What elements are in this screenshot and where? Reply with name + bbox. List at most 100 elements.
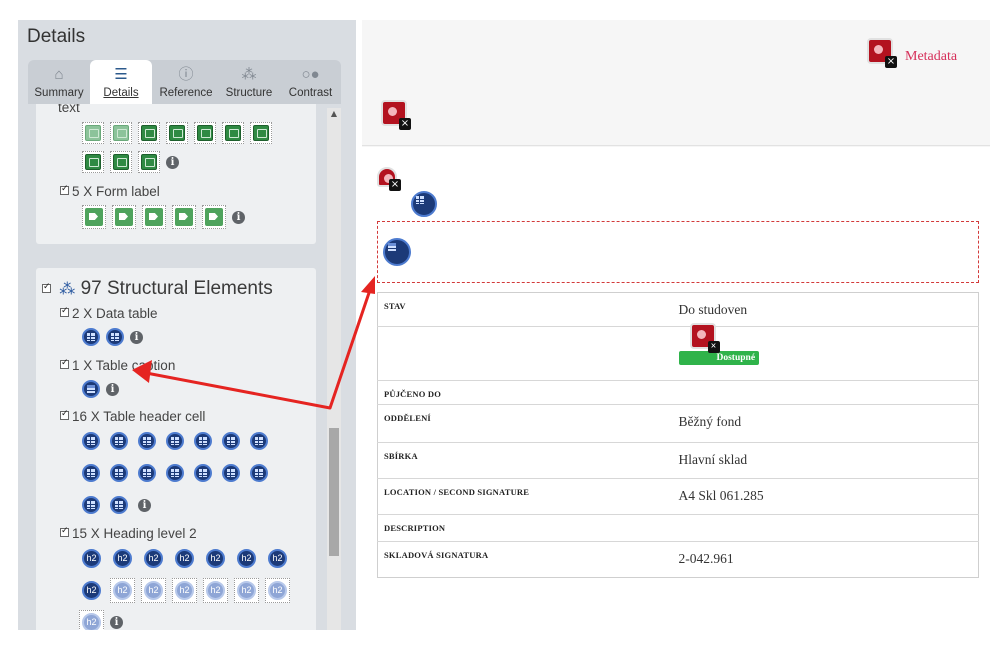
table-header-icon[interactable] (194, 432, 212, 450)
heading-2-icon[interactable]: h2 (175, 549, 194, 568)
image-link-icon[interactable] (110, 122, 132, 144)
table-header-icon[interactable] (138, 464, 156, 482)
data-table-icon[interactable] (82, 328, 100, 346)
tab-reference[interactable]: ⓘ Reference (154, 60, 218, 104)
tag-icon[interactable] (112, 205, 136, 229)
tab-structure[interactable]: ⁂ Structure (218, 60, 280, 104)
table-header-icon[interactable] (250, 464, 268, 482)
table-row: SBÍRKA Hlavní sklad (377, 442, 979, 479)
info-icon[interactable]: i (110, 616, 123, 629)
contrast-icon: ○● (301, 66, 320, 83)
heading-2-icon[interactable]: h2 (113, 549, 132, 568)
icon-row: i (82, 496, 151, 514)
table-cell: Do studoven (678, 302, 748, 317)
info-icon[interactable]: i (166, 155, 179, 169)
table-header-cell-row[interactable]: 16 X Table header cell (60, 408, 205, 424)
checkbox[interactable] (60, 525, 69, 537)
missing-alt-error-icon[interactable] (867, 38, 897, 68)
table-header-icon[interactable] (138, 432, 156, 450)
info-icon[interactable]: i (130, 330, 143, 344)
table-cell: A4 Skl 061.285 (672, 478, 979, 515)
table-header-icon[interactable] (222, 464, 240, 482)
info-icon[interactable]: i (106, 382, 119, 396)
structural-heading[interactable]: ⁂ 97 Structural Elements (42, 278, 273, 300)
table-header-icon[interactable] (82, 496, 100, 514)
checkbox[interactable] (60, 305, 69, 317)
image-link-icon[interactable] (82, 151, 104, 173)
table-header-icon[interactable] (110, 496, 128, 514)
table-header-icon[interactable] (110, 464, 128, 482)
missing-alt-error-icon[interactable] (381, 100, 411, 130)
data-table-icon[interactable] (411, 191, 437, 217)
list-icon: ☰ (114, 66, 128, 83)
tab-summary[interactable]: ⌂ Summary (28, 60, 90, 104)
image-link-icon[interactable] (250, 122, 272, 144)
info-icon[interactable]: i (232, 210, 245, 224)
heading-2-icon-wrap[interactable]: h2 (110, 578, 135, 603)
table-header-icon[interactable] (82, 432, 100, 450)
heading-2-icon[interactable]: h2 (268, 549, 287, 568)
image-link-icon[interactable] (110, 151, 132, 173)
heading-2-icon[interactable]: h2 (206, 549, 225, 568)
data-table-icon[interactable] (106, 328, 124, 346)
missing-alt-error-icon[interactable] (377, 167, 401, 191)
heading-2-icon: h2 (144, 581, 163, 600)
scroll-up-arrow-icon[interactable]: ▲ (327, 108, 341, 120)
table-header-icon[interactable] (110, 432, 128, 450)
heading-2-icon-wrap[interactable]: h2 (79, 610, 104, 630)
image-link-icon[interactable] (194, 122, 216, 144)
heading-2-icon: h2 (206, 581, 225, 600)
home-icon: ⌂ (54, 66, 64, 83)
heading-2-icon[interactable]: h2 (237, 549, 256, 568)
table-header-icon[interactable] (250, 432, 268, 450)
scroll-thumb[interactable] (329, 428, 339, 556)
table-header-icon[interactable] (194, 464, 212, 482)
table-header-cell: ODDĚLENÍ (377, 404, 673, 443)
table-header-icon[interactable] (82, 464, 100, 482)
form-label-row[interactable]: 5 X Form label (60, 183, 160, 199)
tag-icon[interactable] (202, 205, 226, 229)
tab-details[interactable]: ☰ Details (90, 60, 152, 104)
missing-alt-error-icon[interactable] (689, 323, 720, 353)
table-header-icon[interactable] (166, 464, 184, 482)
heading-2-icon-wrap[interactable]: h2 (141, 578, 166, 603)
tag-icon[interactable] (82, 205, 106, 229)
checkbox[interactable] (60, 183, 69, 195)
tag-icon[interactable] (172, 205, 196, 229)
heading-2-icon-wrap[interactable]: h2 (265, 578, 290, 603)
heading-2-icon-wrap[interactable]: h2 (172, 578, 197, 603)
data-table-row[interactable]: 2 X Data table (60, 305, 158, 321)
metadata-link[interactable]: Metadata (905, 49, 957, 65)
heading-2-icon: h2 (268, 581, 287, 600)
heading-level-2-row[interactable]: 15 X Heading level 2 (60, 525, 197, 541)
info-icon[interactable]: i (138, 498, 151, 512)
checkbox[interactable] (42, 281, 51, 293)
heading-2-icon-wrap[interactable]: h2 (234, 578, 259, 603)
heading-2-icon[interactable]: h2 (82, 549, 101, 568)
sidebar-scrollbar[interactable]: ▲ (327, 108, 341, 630)
table-header-icon[interactable] (166, 432, 184, 450)
tag-icon[interactable] (142, 205, 166, 229)
image-link-icon[interactable] (166, 122, 188, 144)
content-header: Metadata (362, 20, 990, 146)
icon-row: h2 h2 h2 h2 h2 h2 h2 (79, 578, 290, 603)
image-link-icon[interactable] (138, 122, 160, 144)
heading-2-icon-wrap[interactable]: h2 (203, 578, 228, 603)
table-caption-icon[interactable] (82, 380, 100, 398)
table-header-cell: LOCATION / SECOND SIGNATURE (377, 478, 673, 515)
icon-row: i (82, 151, 179, 173)
table-caption-icon[interactable] (383, 238, 411, 266)
table-caption-row[interactable]: 1 X Table caption (60, 357, 175, 373)
table-header-icon[interactable] (222, 432, 240, 450)
checkbox[interactable] (60, 408, 69, 420)
heading-2-icon[interactable]: h2 (82, 581, 101, 600)
image-link-icon[interactable] (82, 122, 104, 144)
heading-2-icon[interactable]: h2 (144, 549, 163, 568)
table-caption-outline (377, 221, 979, 283)
table-row: LOCATION / SECOND SIGNATURE A4 Skl 061.2… (377, 478, 979, 515)
tab-contrast[interactable]: ○● Contrast (280, 60, 341, 104)
image-link-icon[interactable] (222, 122, 244, 144)
checkbox[interactable] (60, 357, 69, 369)
image-link-icon[interactable] (138, 151, 160, 173)
availability-badge[interactable]: Dostupné (678, 323, 760, 365)
